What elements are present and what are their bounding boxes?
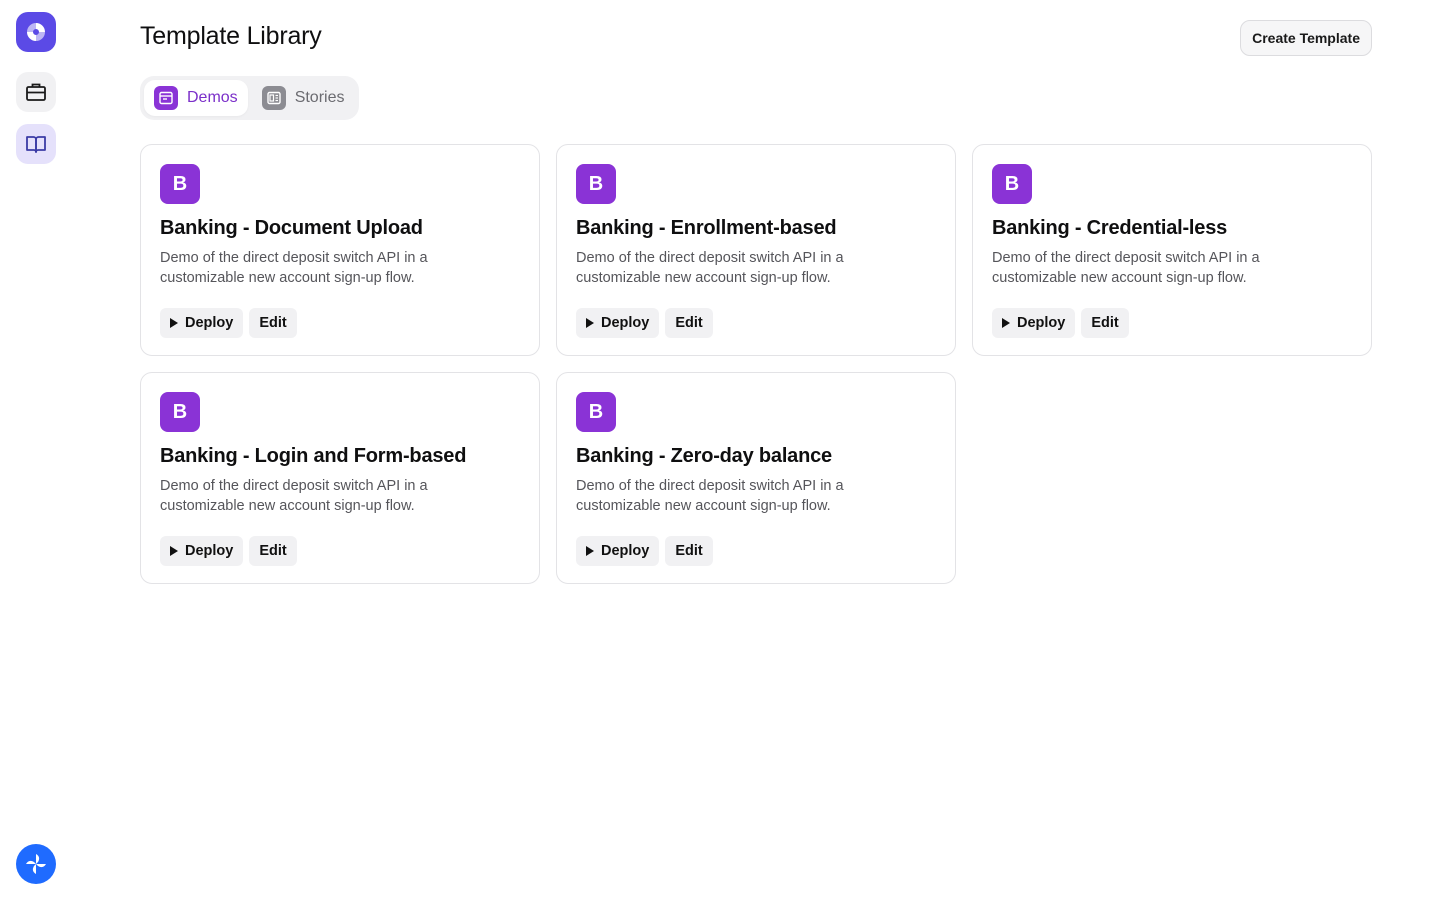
tab-bar: Demos Stories xyxy=(140,76,359,120)
deploy-label: Deploy xyxy=(601,315,650,331)
deploy-button[interactable]: Deploy xyxy=(160,308,244,338)
edit-button[interactable]: Edit xyxy=(665,308,713,338)
edit-button[interactable]: Edit xyxy=(1081,308,1129,338)
template-description: Demo of the direct deposit switch API in… xyxy=(160,250,428,286)
edit-button[interactable]: Edit xyxy=(249,536,297,566)
edit-button[interactable]: Edit xyxy=(249,308,297,338)
deploy-label: Deploy xyxy=(1017,315,1066,331)
template-card: B Banking - Zero-day balance Demo of the… xyxy=(556,372,956,584)
page-title: Template Library xyxy=(140,22,322,50)
template-badge: B xyxy=(992,164,1032,204)
create-template-button[interactable]: Create Template xyxy=(1240,20,1372,56)
template-actions: Deploy Edit xyxy=(576,536,713,566)
pinwheel-icon xyxy=(26,854,46,874)
template-grid: B Banking - Document Upload Demo of the … xyxy=(140,144,1372,584)
template-title: Banking - Login and Form-based xyxy=(160,445,467,467)
template-title: Banking - Credential-less xyxy=(992,217,1228,239)
sidebar-item-library[interactable] xyxy=(16,124,56,164)
template-badge: B xyxy=(160,392,200,432)
template-title: Banking - Enrollment-based xyxy=(576,217,837,239)
template-badge: B xyxy=(576,392,616,432)
play-icon xyxy=(170,318,178,328)
deploy-button[interactable]: Deploy xyxy=(160,536,244,566)
tab-stories-label: Stories xyxy=(294,89,345,106)
logo-icon xyxy=(27,23,45,41)
deploy-label: Deploy xyxy=(185,543,234,559)
template-card: B Banking - Document Upload Demo of the … xyxy=(140,144,540,356)
deploy-button[interactable]: Deploy xyxy=(576,308,660,338)
deploy-label: Deploy xyxy=(601,543,650,559)
template-description: Demo of the direct deposit switch API in… xyxy=(576,478,844,514)
tab-demos-label: Demos xyxy=(187,89,238,106)
deploy-label: Deploy xyxy=(185,315,234,331)
template-description: Demo of the direct deposit switch API in… xyxy=(576,250,844,286)
play-icon xyxy=(170,546,178,556)
tab-stories[interactable]: Stories xyxy=(252,80,355,116)
template-badge: B xyxy=(576,164,616,204)
template-description: Demo of the direct deposit switch API in… xyxy=(992,250,1260,286)
template-description: Demo of the direct deposit switch API in… xyxy=(160,478,428,514)
sidebar-item-briefcase[interactable] xyxy=(16,72,56,112)
template-badge: B xyxy=(160,164,200,204)
template-actions: Deploy Edit xyxy=(160,536,297,566)
play-icon xyxy=(1002,318,1010,328)
template-actions: Deploy Edit xyxy=(160,308,297,338)
tab-demos[interactable]: Demos xyxy=(144,80,248,116)
play-icon xyxy=(586,318,594,328)
template-actions: Deploy Edit xyxy=(992,308,1129,338)
deploy-button[interactable]: Deploy xyxy=(992,308,1076,338)
template-title: Banking - Zero-day balance xyxy=(576,445,832,467)
template-card: B Banking - Enrollment-based Demo of the… xyxy=(556,144,956,356)
layout-icon xyxy=(261,86,286,110)
briefcase-icon xyxy=(26,83,46,101)
template-title: Banking - Document Upload xyxy=(160,217,423,239)
sidebar xyxy=(0,0,72,900)
template-card: B Banking - Credential-less Demo of the … xyxy=(972,144,1372,356)
template-card: B Banking - Login and Form-based Demo of… xyxy=(140,372,540,584)
edit-button[interactable]: Edit xyxy=(665,536,713,566)
workspace-logo[interactable] xyxy=(16,844,56,884)
play-icon xyxy=(586,546,594,556)
template-actions: Deploy Edit xyxy=(576,308,713,338)
book-icon xyxy=(26,136,46,153)
app-logo[interactable] xyxy=(16,12,56,52)
window-icon xyxy=(154,86,178,110)
deploy-button[interactable]: Deploy xyxy=(576,536,660,566)
